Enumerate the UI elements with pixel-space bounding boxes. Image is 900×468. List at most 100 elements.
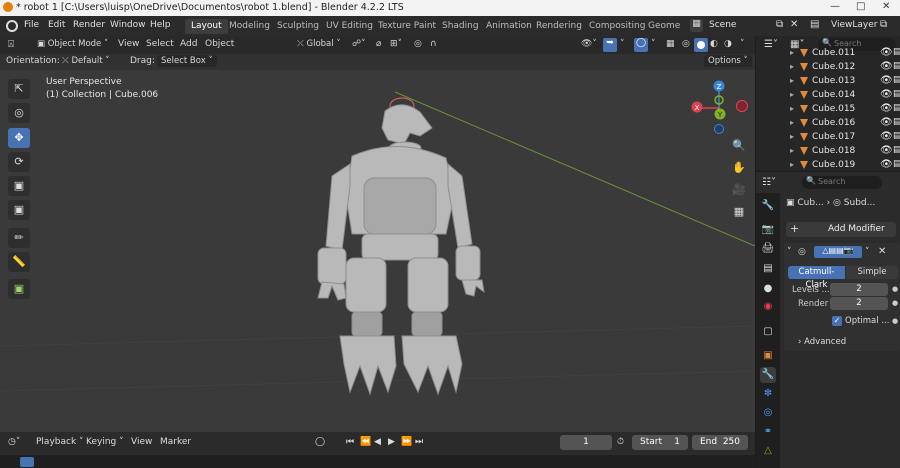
shading-dropdown-icon[interactable]: ˅ [740, 39, 745, 49]
outliner-item-name[interactable]: Cube.016 [812, 118, 855, 128]
play-icon[interactable]: ▶ [388, 437, 395, 447]
expand-arrow-icon[interactable]: ▸ [790, 90, 794, 99]
viewport-menu-select[interactable]: Select [146, 39, 174, 49]
camera-icon[interactable]: ▤ [893, 131, 900, 141]
camera-view-icon[interactable]: 🎥 [729, 181, 749, 199]
xray-icon[interactable]: ▦ [666, 39, 675, 49]
menu-window[interactable]: Window [110, 20, 146, 30]
keyframe-dot-icon[interactable]: ● [892, 285, 898, 293]
editor-type-icon[interactable]: ⍓ [8, 39, 14, 50]
outliner-item[interactable]: ▸ Cube.014 👁 ▤ [756, 89, 900, 103]
timeline-menu-keying[interactable]: Keying ˅ [86, 437, 124, 447]
add-cube-tool-icon[interactable]: ▣ [8, 279, 30, 299]
outliner-item-name[interactable]: Cube.011 [812, 48, 855, 58]
expand-arrow-icon[interactable]: ▸ [790, 76, 794, 85]
render-levels-field[interactable]: 2 [830, 297, 888, 310]
outliner-item[interactable]: ▸ Cube.019 👁 ▤ [756, 159, 900, 173]
output-tab-icon[interactable]: 🖨 [760, 241, 776, 257]
modifier-dropdown-icon[interactable]: ˅ [865, 247, 870, 257]
drag-dropdown[interactable]: Select Box ˅ [157, 55, 217, 67]
timeline-editor-icon[interactable]: ◷˅ [8, 437, 20, 447]
gizmo-toggle-icon[interactable]: ➥ [603, 38, 617, 52]
overlays-toggle-icon[interactable]: ◯ [634, 38, 648, 52]
record-icon[interactable]: ◯ [315, 437, 325, 447]
eye-icon[interactable]: 👁 [880, 89, 893, 100]
tab-layout[interactable]: Layout [185, 19, 228, 34]
camera-icon[interactable]: ▤ [893, 117, 900, 127]
current-frame-field[interactable]: 1 [560, 435, 612, 450]
outliner-item[interactable]: ▸ Cube.017 👁 ▤ [756, 131, 900, 145]
transform-tool-icon[interactable]: ▣ [8, 200, 30, 220]
scene-remove-icon[interactable]: ✕ [790, 19, 798, 30]
outliner-item[interactable]: ▸ Cube.015 👁 ▤ [756, 103, 900, 117]
menu-edit[interactable]: Edit [48, 20, 65, 30]
expand-arrow-icon[interactable]: ▸ [790, 48, 794, 57]
jump-start-icon[interactable]: ⏮ [346, 437, 354, 447]
minimize-icon[interactable]: — [830, 1, 840, 12]
world-tab-icon[interactable]: ◉ [760, 299, 776, 315]
snap-icon[interactable]: ⌀ [376, 39, 381, 49]
select-tool-icon[interactable]: ⇱ [8, 79, 30, 99]
jump-prev-keyframe-icon[interactable]: ⏪ [360, 437, 371, 447]
material-shading-icon[interactable]: ◐ [710, 39, 718, 49]
tab-shading[interactable]: Shading [436, 19, 485, 34]
camera-icon[interactable]: ▤ [893, 61, 900, 71]
menu-help[interactable]: Help [150, 20, 171, 30]
camera-icon[interactable]: ▤ [893, 145, 900, 155]
expand-arrow-icon[interactable]: ▸ [790, 160, 794, 169]
grid-toggle-icon[interactable]: ▦ [729, 203, 749, 221]
expand-arrow-icon[interactable]: ▸ [790, 104, 794, 113]
orientation-dropdown[interactable]: ⤫ Default ˅ [58, 55, 114, 67]
rendered-shading-icon[interactable]: ◑ [724, 39, 732, 49]
modifier-toggles[interactable]: △▤▤📷 [814, 246, 862, 258]
scene-name[interactable]: Scene [709, 20, 736, 30]
expand-arrow-icon[interactable]: ▸ [790, 132, 794, 141]
modifier-tab-icon[interactable]: 🔧 [760, 367, 776, 383]
simple-option[interactable]: Simple [846, 266, 898, 279]
timeline-menu-view[interactable]: View [131, 437, 152, 447]
rotate-tool-icon[interactable]: ⟳ [8, 152, 30, 172]
timeline-ruler[interactable] [0, 455, 755, 468]
close-icon[interactable]: ✕ [882, 1, 890, 12]
outliner-item-name[interactable]: Cube.012 [812, 62, 855, 72]
tab-rendering[interactable]: Rendering [530, 19, 588, 34]
navigation-gizmo[interactable]: Z X Y [685, 76, 755, 136]
solid-shading-icon[interactable] [694, 38, 708, 52]
view-layer-add-icon[interactable]: ⧉ [880, 19, 887, 30]
outliner-item[interactable]: ▸ Cube.016 👁 ▤ [756, 117, 900, 131]
scale-tool-icon[interactable]: ▣ [8, 176, 30, 196]
tab-uv-editing[interactable]: UV Editing [320, 19, 379, 34]
add-modifier-button[interactable]: + Add Modifier [786, 222, 896, 237]
tab-sculpting[interactable]: Sculpting [271, 19, 325, 34]
outliner-item-name[interactable]: Cube.014 [812, 90, 855, 100]
outliner-item-name[interactable]: Cube.013 [812, 76, 855, 86]
jump-next-keyframe-icon[interactable]: ⏩ [401, 437, 412, 447]
tool-tab-icon[interactable]: 🔧 [760, 198, 776, 214]
scene-selector-icon[interactable]: ▦ [690, 19, 703, 32]
gizmo-dropdown-icon[interactable]: ˅ [620, 39, 625, 49]
eye-icon[interactable]: 👁 [880, 47, 893, 58]
advanced-subpanel[interactable]: › Advanced [798, 337, 846, 347]
properties-search-field[interactable]: 🔍 Search [802, 176, 882, 189]
optimal-display-checkbox[interactable]: ✓ [832, 316, 842, 326]
blender-menu-icon[interactable] [6, 20, 18, 32]
keyframe-dot-icon[interactable]: ● [892, 299, 898, 307]
measure-tool-icon[interactable]: 📏 [8, 252, 30, 272]
outliner-item-name[interactable]: Cube.017 [812, 132, 855, 142]
snap-target-icon[interactable]: ⊞˅ [390, 39, 402, 49]
outliner-item-name[interactable]: Cube.018 [812, 146, 855, 156]
outliner-item[interactable]: ▸ Cube.013 👁 ▤ [756, 75, 900, 89]
particles-tab-icon[interactable]: ✼ [760, 386, 776, 402]
transform-orientation-dropdown[interactable]: ⤫ Global ˅ [293, 38, 345, 50]
falloff-icon[interactable]: ∩ [430, 39, 437, 49]
camera-icon[interactable]: ▤ [893, 103, 900, 113]
eye-icon[interactable]: 👁 [880, 75, 893, 86]
outliner-item[interactable]: ▸ Cube.018 👁 ▤ [756, 145, 900, 159]
constraints-tab-icon[interactable]: ⚭ [760, 424, 776, 440]
tab-texture-paint[interactable]: Texture Paint [372, 19, 442, 34]
expand-arrow-icon[interactable]: ▸ [790, 118, 794, 127]
eye-icon[interactable]: 👁 [880, 117, 893, 128]
camera-icon[interactable]: ▤ [893, 89, 900, 99]
scene-add-icon[interactable]: ⧉ [776, 19, 783, 30]
viewport-menu-object[interactable]: Object [205, 39, 234, 49]
